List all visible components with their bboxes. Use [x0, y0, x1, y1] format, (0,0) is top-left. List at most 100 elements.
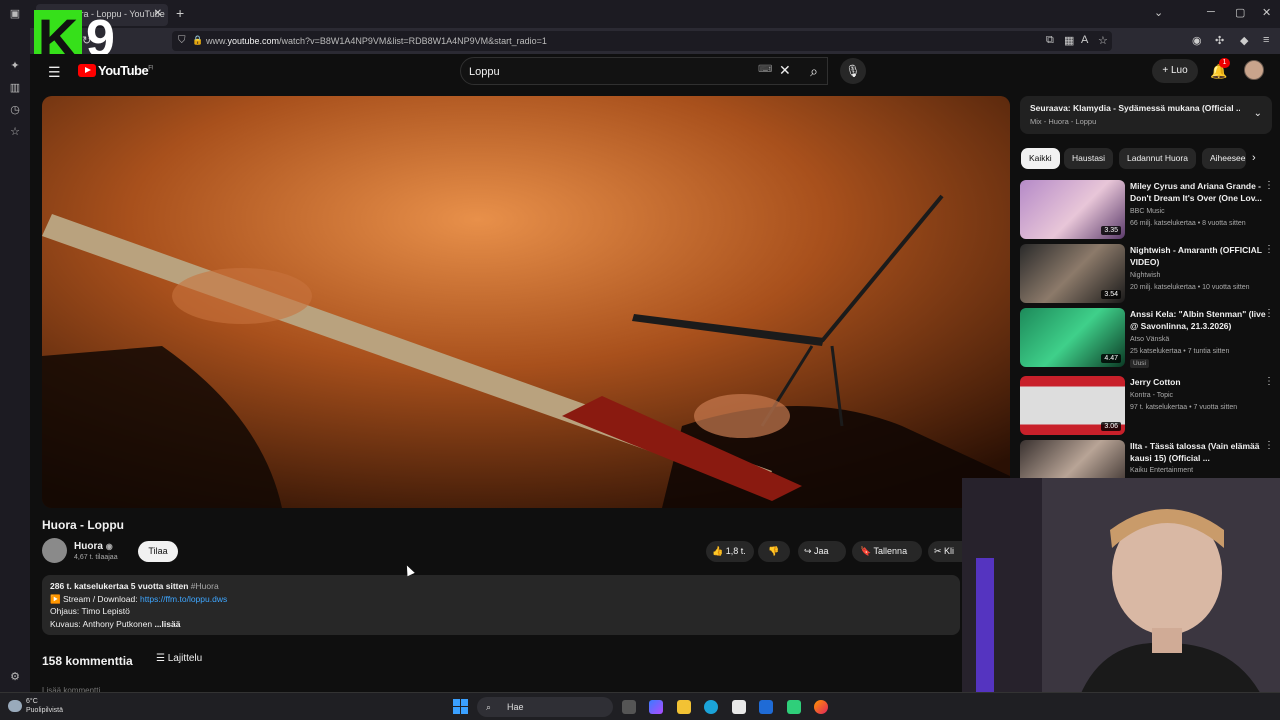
- video-description[interactable]: 286 t. katselukertaa 5 vuotta sitten #Hu…: [42, 575, 960, 635]
- video-thumbnail[interactable]: 4.47: [1020, 308, 1125, 367]
- video-player[interactable]: [42, 96, 1010, 508]
- chip-uploaded-by[interactable]: Ladannut Huora: [1119, 148, 1196, 169]
- chip-from-search[interactable]: Haustasi: [1064, 148, 1114, 169]
- sort-comments-button[interactable]: ☰ Lajittelu: [156, 653, 202, 664]
- ai-chat-icon[interactable]: ✦: [9, 60, 21, 72]
- video-thumbnail[interactable]: 3.06: [1020, 376, 1125, 435]
- clip-label: Kli: [944, 546, 955, 556]
- bookmark-star-icon[interactable]: ☆: [1098, 34, 1108, 47]
- shield-icon[interactable]: ⛉: [178, 35, 186, 46]
- recommendation-item[interactable]: 3.06 Jerry Cotton Kontra - Topic 97 t. k…: [1020, 376, 1278, 436]
- channel-name[interactable]: Huora ◉: [74, 541, 113, 552]
- tab-close-icon[interactable]: ✕: [154, 8, 162, 19]
- windows-start-icon[interactable]: [453, 699, 468, 714]
- youtube-logo[interactable]: YouTubeFI: [78, 63, 153, 78]
- taskbar-search[interactable]: ⌕ Hae: [477, 697, 613, 717]
- minimize-icon[interactable]: ─: [1207, 6, 1215, 18]
- more-options-icon[interactable]: ⋮: [1264, 440, 1274, 451]
- store-icon[interactable]: [732, 700, 746, 714]
- chevron-right-icon[interactable]: ›: [1252, 152, 1256, 164]
- webcam-overlay: [962, 478, 1280, 720]
- thumbs-up-icon: 👍: [712, 546, 726, 556]
- recommendation-item[interactable]: Ilta - Tässä talossa (Vain elämää kausi …: [1020, 440, 1278, 478]
- search-button[interactable]: ⌕: [798, 57, 830, 85]
- voice-search-button[interactable]: 🎙: [840, 58, 866, 84]
- address-bar[interactable]: ⛉ 🔒 www.youtube.com/watch?v=B8W1A4NP9VM&…: [172, 31, 1112, 51]
- like-button[interactable]: 👍 1,8 t.: [706, 541, 754, 562]
- more-options-icon[interactable]: ⋮: [1264, 376, 1274, 387]
- translate-icon[interactable]: A: [1081, 34, 1088, 46]
- recommendation-item[interactable]: 3.54 Nightwish - Amaranth (OFFICIAL VIDE…: [1020, 244, 1278, 304]
- recommendation-title[interactable]: Nightwish - Amaranth (OFFICIAL VIDEO): [1130, 244, 1268, 268]
- up-next-panel[interactable]: Seuraava: Klamydia - Sydämessä mukana (O…: [1020, 96, 1272, 134]
- subscribe-button[interactable]: Tilaa: [138, 541, 178, 562]
- recommendation-title[interactable]: Ilta - Tässä talossa (Vain elämää kausi …: [1130, 440, 1268, 464]
- recommendation-title[interactable]: Miley Cyrus and Ariana Grande - Don't Dr…: [1130, 180, 1268, 204]
- video-thumbnail[interactable]: 3.35: [1020, 180, 1125, 239]
- chip-all[interactable]: Kaikki: [1021, 148, 1060, 169]
- hashtag-link[interactable]: #Huora: [191, 581, 219, 591]
- lock-icon[interactable]: 🔒: [192, 35, 203, 46]
- more-options-icon[interactable]: ⋮: [1264, 180, 1274, 191]
- recommendation-channel[interactable]: Kaiku Entertainment: [1130, 467, 1193, 474]
- video-title: Huora - Loppu: [42, 518, 124, 532]
- recommendation-title[interactable]: Jerry Cotton: [1130, 376, 1268, 388]
- weather-condition: Puolipilvistä: [26, 707, 63, 714]
- tab-list-icon[interactable]: ▣: [9, 8, 21, 20]
- new-tab-icon[interactable]: +: [176, 5, 184, 21]
- chip-related[interactable]: Aiheeseen liittyvät: [1202, 148, 1246, 169]
- history-icon[interactable]: ◷: [9, 104, 21, 116]
- settings-gear-icon[interactable]: ⚙: [9, 671, 21, 683]
- maximize-icon[interactable]: ▢: [1235, 6, 1245, 19]
- more-options-icon[interactable]: ⋮: [1264, 244, 1274, 255]
- edge-browser-icon[interactable]: [704, 700, 718, 714]
- chevron-down-icon[interactable]: ⌄: [1254, 108, 1262, 119]
- recommendation-channel[interactable]: Atso Vänskä: [1130, 336, 1169, 343]
- tab-overflow-icon[interactable]: ⌄: [1154, 6, 1163, 19]
- recommendation-item[interactable]: 4.47 Anssi Kela: "Albin Stenman" (live @…: [1020, 308, 1278, 368]
- app-icon[interactable]: [787, 700, 801, 714]
- extension-icon[interactable]: ◆: [1240, 34, 1248, 47]
- picture-in-picture-icon[interactable]: ⧉: [1046, 34, 1054, 47]
- weather-cloud-icon: [8, 700, 22, 712]
- mail-icon[interactable]: [759, 700, 773, 714]
- menu-icon[interactable]: ≡: [1263, 34, 1269, 46]
- extensions-icon[interactable]: ✣: [1215, 34, 1224, 47]
- save-button[interactable]: 🔖 Tallenna: [852, 541, 922, 562]
- keyboard-icon[interactable]: ⌨: [758, 64, 772, 75]
- windows-taskbar: 6°C Puolipilvistä ⌕ Hae: [0, 692, 1280, 720]
- video-thumbnail[interactable]: [1020, 440, 1125, 478]
- clip-button[interactable]: ✂ Kli: [928, 541, 962, 562]
- file-explorer-icon[interactable]: [677, 700, 691, 714]
- stream-link[interactable]: https://ffm.to/loppu.dws: [140, 594, 227, 604]
- recommendation-channel[interactable]: Nightwish: [1130, 272, 1160, 279]
- director-line: Ohjaus: Timo Lepistö: [50, 606, 130, 616]
- clear-search-icon[interactable]: ✕: [779, 62, 791, 79]
- create-button[interactable]: + Luo: [1152, 59, 1198, 83]
- guide-menu-icon[interactable]: ☰: [48, 64, 61, 81]
- recommendation-item[interactable]: 3.35 Miley Cyrus and Ariana Grande - Don…: [1020, 180, 1278, 240]
- recommendation-title[interactable]: Anssi Kela: "Albin Stenman" (live @ Savo…: [1130, 308, 1268, 332]
- firefox-icon[interactable]: [814, 700, 828, 714]
- video-thumbnail[interactable]: 3.54: [1020, 244, 1125, 303]
- reader-view-icon[interactable]: ▦: [1064, 34, 1074, 47]
- favorites-icon[interactable]: ☆: [9, 126, 21, 138]
- channel-avatar[interactable]: [42, 538, 67, 563]
- dislike-button[interactable]: 👎: [758, 541, 790, 562]
- recommendation-channel[interactable]: Kontra - Topic: [1130, 392, 1173, 399]
- create-label: Luo: [1170, 65, 1188, 76]
- show-more-link[interactable]: ...lisää: [154, 619, 180, 629]
- search-input[interactable]: Loppu: [460, 57, 828, 85]
- recommendation-channel[interactable]: BBC Music: [1130, 208, 1165, 215]
- user-avatar[interactable]: [1244, 60, 1264, 80]
- close-window-icon[interactable]: ✕: [1262, 6, 1271, 19]
- weather-widget[interactable]: 6°C Puolipilvistä: [8, 697, 63, 715]
- account-icon[interactable]: ◉: [1192, 34, 1202, 47]
- notification-badge: 1: [1219, 58, 1230, 68]
- more-options-icon[interactable]: ⋮: [1264, 308, 1274, 319]
- task-view-icon[interactable]: [622, 700, 636, 714]
- share-button[interactable]: ↪ Jaa: [798, 541, 846, 562]
- camera-line: Kuvaus: Anthony Putkonen: [50, 618, 153, 629]
- copilot-icon[interactable]: [649, 700, 663, 714]
- bookmarks-icon[interactable]: ▥: [9, 82, 21, 94]
